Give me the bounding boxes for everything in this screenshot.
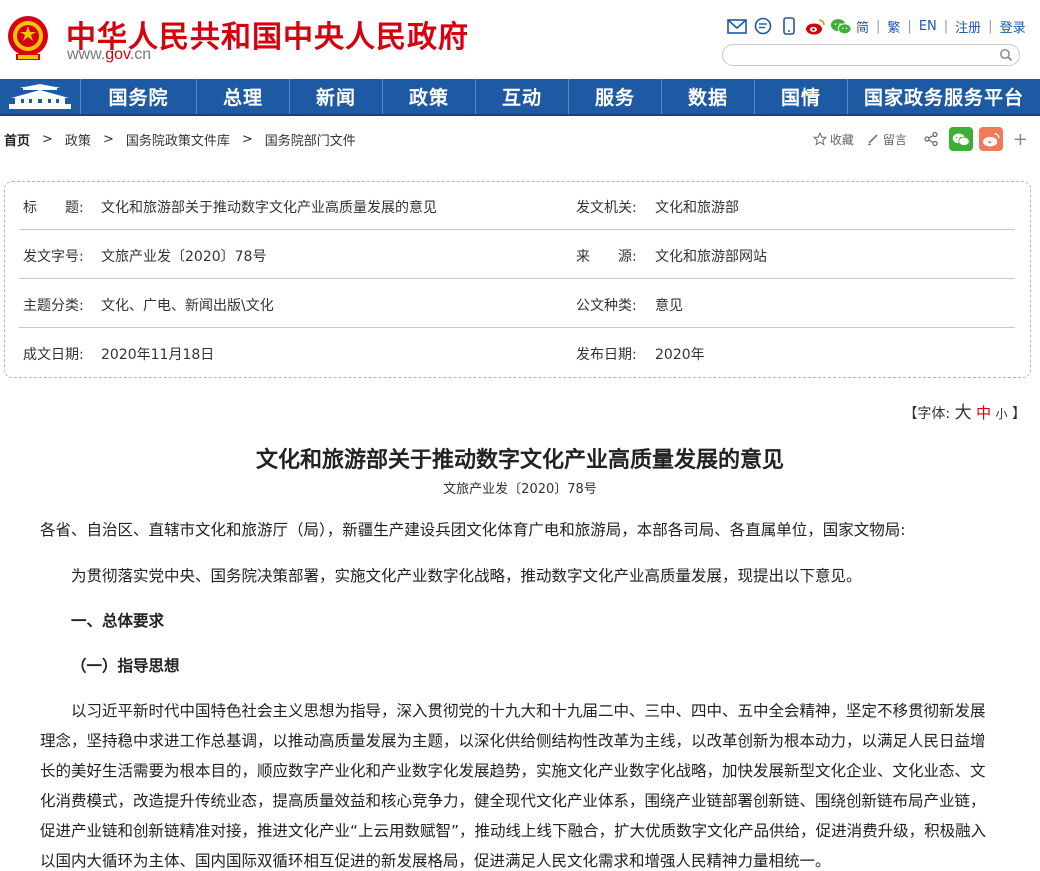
chevron-right-icon: > — [102, 131, 114, 147]
chevron-right-icon: > — [42, 131, 53, 147]
site-url-domain: gov — [105, 46, 130, 63]
paragraph-intro: 为贯彻落实党中央、国务院决策部署，实施文化产业数字化战略，推动数字文化产业高质量… — [71, 567, 862, 585]
info-label-docno: 发文字号: — [23, 249, 84, 265]
info-label-topic: 主题分类: — [23, 298, 84, 314]
info-value-docno: 文旅产业发〔2020〕78号 — [101, 249, 267, 265]
font-size-open: 【字体: — [903, 406, 951, 422]
info-value-topic: 文化、广电、新闻出版\文化 — [101, 298, 274, 314]
breadcrumb-policy-library[interactable]: 国务院政策文件库 — [126, 130, 230, 149]
comment-label: 留言 — [882, 132, 907, 147]
info-row: 标 题: 文化和旅游部关于推动数字文化产业高质量发展的意见 发文机关: 文化和旅… — [19, 182, 1015, 230]
tiananmen-logo-icon[interactable] — [0, 79, 80, 114]
font-size-close: 】 — [1012, 406, 1026, 422]
message-icon[interactable] — [752, 15, 774, 37]
search-box — [722, 44, 1020, 66]
site-url-suffix: .cn — [129, 46, 152, 63]
font-size-small-button[interactable]: 小 — [996, 407, 1008, 421]
lang-english-link[interactable]: EN — [919, 19, 937, 34]
info-row: 主题分类: 文化、广电、新闻出版\文化 公文种类: 意见 — [19, 280, 1015, 328]
weibo-icon[interactable] — [804, 15, 826, 37]
star-icon — [812, 132, 827, 146]
national-emblem-icon[interactable] — [6, 14, 50, 64]
login-link[interactable]: 登录 — [1000, 17, 1026, 36]
separator: | — [907, 18, 912, 34]
weibo-share-icon[interactable] — [978, 127, 1003, 151]
breadcrumb-policy[interactable]: 政策 — [65, 130, 91, 149]
site-url-prefix: www. — [67, 46, 106, 63]
site-header: 中华人民共和国中央人民政府 www.gov.cn 简 | 繁 | EN | 注册… — [0, 0, 1040, 79]
document-number: 文旅产业发〔2020〕78号 — [443, 482, 597, 497]
nav-item-services[interactable]: 服务 — [568, 79, 661, 114]
nav-item-gov-service-platform[interactable]: 国家政务服务平台 — [847, 79, 1040, 114]
share-icon[interactable] — [919, 127, 943, 151]
more-share-button[interactable]: + — [1013, 129, 1028, 150]
nav-item-premier[interactable]: 总理 — [196, 79, 289, 114]
document-info-box: 标 题: 文化和旅游部关于推动数字文化产业高质量发展的意见 发文机关: 文化和旅… — [4, 181, 1031, 378]
info-value-source: 文化和旅游部网站 — [655, 249, 767, 265]
info-label-source: 来 源: — [576, 249, 637, 265]
mail-icon[interactable] — [726, 15, 748, 37]
separator: | — [988, 18, 993, 34]
nav-item-interaction[interactable]: 互动 — [475, 79, 568, 114]
wechat-share-icon[interactable] — [948, 127, 973, 151]
font-size-large-button[interactable]: 大 — [955, 403, 972, 423]
favorite-label: 收藏 — [829, 132, 854, 147]
separator: | — [876, 18, 881, 34]
info-label-date: 成文日期: — [23, 347, 84, 363]
info-label-issuer: 发文机关: — [576, 200, 637, 216]
info-row: 发文字号: 文旅产业发〔2020〕78号 来 源: 文化和旅游部网站 — [19, 231, 1015, 279]
heading-general-requirements: 一、总体要求 — [71, 612, 165, 630]
lang-simplified-link[interactable]: 简 — [856, 17, 869, 36]
info-label-pubdate: 发布日期: — [576, 347, 637, 363]
font-size-medium-button[interactable]: 中 — [976, 404, 991, 422]
mobile-icon[interactable] — [778, 15, 800, 37]
lang-traditional-link[interactable]: 繁 — [887, 17, 900, 36]
paragraph-recipients: 各省、自治区、直辖市文化和旅游厅（局），新疆生产建设兵团文化体育广电和旅游局，本… — [40, 521, 906, 539]
font-size-switcher: 【字体: 大 中 小 】 — [903, 398, 1026, 423]
nav-item-data[interactable]: 数据 — [661, 79, 754, 114]
pen-icon — [867, 134, 878, 146]
site-url: www.gov.cn — [67, 46, 151, 64]
document-title: 文化和旅游部关于推动数字文化产业高质量发展的意见 — [255, 447, 784, 473]
wechat-icon[interactable] — [830, 15, 852, 37]
search-input[interactable] — [733, 47, 993, 63]
info-value-date: 2020年11月18日 — [101, 347, 215, 363]
main-nav: 国务院 总理 新闻 政策 互动 服务 数据 国情 国家政务服务平台 — [0, 79, 1040, 116]
comment-button[interactable]: 留言 — [866, 131, 907, 148]
search-icon[interactable] — [999, 48, 1013, 62]
breadcrumb-department-docs[interactable]: 国务院部门文件 — [265, 130, 356, 149]
chevron-right-icon: > — [241, 131, 253, 147]
info-label-doctype: 公文种类: — [576, 298, 637, 314]
info-row: 成文日期: 2020年11月18日 发布日期: 2020年 — [19, 329, 1015, 377]
separator: | — [943, 18, 949, 34]
share-tools: 收藏 留言 + — [812, 124, 1028, 154]
nav-item-news[interactable]: 新闻 — [289, 79, 382, 114]
nav-item-policy[interactable]: 政策 — [382, 79, 475, 114]
heading-guiding-ideology: （一）指导思想 — [71, 657, 180, 675]
info-label-title: 标 题: — [23, 200, 84, 216]
register-link[interactable]: 注册 — [955, 17, 981, 36]
info-value-issuer: 文化和旅游部 — [655, 200, 739, 216]
info-value-doctype: 意见 — [655, 298, 683, 314]
top-links: 简 | 繁 | EN | 注册 | 登录 — [726, 14, 1026, 38]
favorite-button[interactable]: 收藏 — [812, 131, 854, 148]
nav-item-national-conditions[interactable]: 国情 — [754, 79, 847, 114]
paragraph-guiding-ideology: 以习近平新时代中国特色社会主义思想为指导，深入贯彻党的十九大和十九届二中、三中、… — [40, 702, 987, 870]
breadcrumb-home[interactable]: 首页 — [4, 130, 30, 149]
nav-item-state-council[interactable]: 国务院 — [80, 79, 196, 114]
info-value-pubdate: 2020年 — [655, 347, 705, 363]
info-value-title: 文化和旅游部关于推动数字文化产业高质量发展的意见 — [101, 200, 437, 216]
